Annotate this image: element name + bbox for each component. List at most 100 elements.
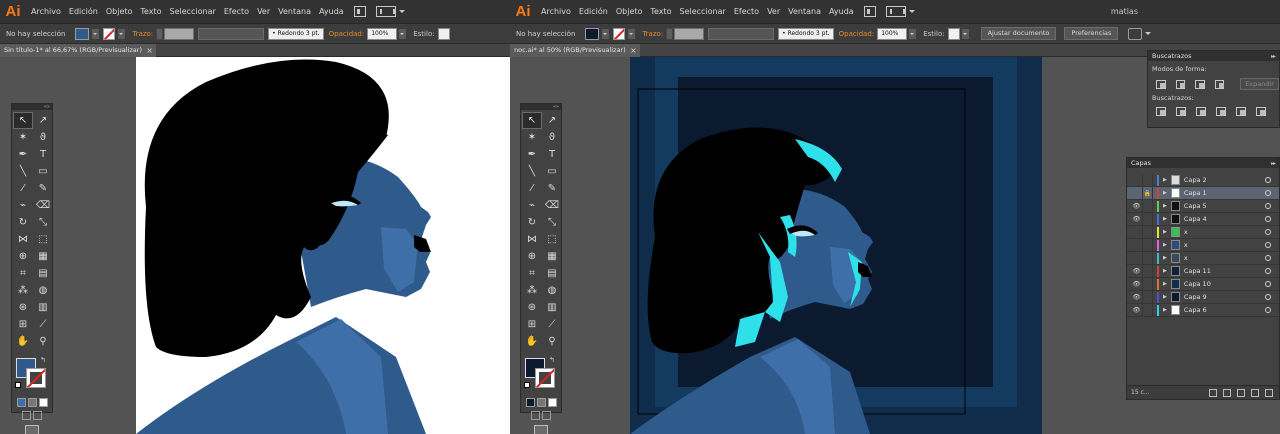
layer-name[interactable]: Capa 11 (1184, 267, 1265, 275)
chevron-down-icon[interactable] (398, 10, 405, 13)
expand-triangle-icon[interactable]: ▶ (1163, 268, 1167, 274)
magic-wand-tool-icon[interactable]: ✶ (13, 129, 33, 146)
visibility-toggle-icon[interactable]: 👁 (1131, 293, 1142, 301)
expand-triangle-icon[interactable]: ▶ (1163, 177, 1167, 183)
artboard[interactable] (136, 57, 510, 434)
lock-toggle-icon[interactable] (1142, 251, 1153, 265)
scale-tool-icon[interactable]: ⤡ (542, 214, 562, 231)
fill-color-swatch[interactable] (75, 27, 90, 40)
layer-row[interactable]: 👁 ▶ Capa 4 (1127, 212, 1279, 226)
artboard-tool-icon[interactable]: ⊞ (13, 316, 33, 333)
default-colors-icon[interactable] (15, 382, 21, 388)
expand-triangle-icon[interactable]: ▶ (1163, 203, 1167, 209)
shape-builder-tool-icon[interactable]: ⊕ (13, 248, 33, 265)
eraser-tool-icon[interactable]: ⌫ (542, 197, 562, 214)
menu-ayuda[interactable]: Ayuda (829, 7, 854, 16)
layer-row[interactable]: ▶ x (1127, 251, 1279, 265)
stroke-weight-stepper[interactable] (156, 27, 164, 40)
visibility-toggle-icon[interactable]: 👁 (1131, 280, 1142, 288)
draw-normal-icon[interactable] (22, 411, 31, 420)
menu-archivo[interactable]: Archivo (31, 7, 61, 16)
target-icon[interactable] (1265, 242, 1271, 248)
selection-tool-icon[interactable]: ↖ (522, 112, 542, 129)
selection-tool-icon[interactable]: ↖ (13, 112, 33, 129)
merge-icon[interactable] (1196, 107, 1206, 116)
arrange-documents-icon[interactable] (885, 6, 906, 17)
menu-seleccionar[interactable]: Seleccionar (680, 7, 726, 16)
lasso-tool-icon[interactable]: ϑ (33, 129, 53, 146)
opacity-field[interactable]: 100% (877, 27, 908, 40)
lock-toggle-icon[interactable] (1142, 238, 1153, 252)
clipping-mask-icon[interactable] (1223, 388, 1231, 397)
lock-toggle-icon[interactable] (1142, 225, 1153, 239)
visibility-toggle-icon[interactable]: 👁 (1131, 215, 1142, 223)
menu-ventana[interactable]: Ventana (788, 7, 821, 16)
rectangle-tool-icon[interactable]: ▭ (542, 163, 562, 180)
style-dropdown[interactable] (961, 28, 969, 39)
none-mode-icon[interactable] (547, 398, 557, 407)
swap-colors-icon[interactable]: ↰ (40, 356, 46, 364)
pen-tool-icon[interactable]: ✒ (13, 146, 33, 163)
document-tab[interactable]: noc.ai* al 50% (RGB/Previsualizar) × (510, 43, 640, 57)
direct-selection-tool-icon[interactable]: ↗ (542, 112, 562, 129)
gradient-mode-icon[interactable] (536, 398, 546, 407)
layer-name[interactable]: x (1184, 254, 1265, 262)
mesh-tool-icon[interactable]: ⌗ (13, 265, 33, 282)
new-sublayer-icon[interactable] (1237, 388, 1245, 397)
stroke-weight-stepper[interactable] (666, 27, 674, 40)
menu-seleccionar[interactable]: Seleccionar (170, 7, 216, 16)
chevron-down-icon[interactable] (908, 10, 915, 13)
zoom-tool-icon[interactable]: ⚲ (542, 333, 562, 350)
zoom-tool-icon[interactable]: ⚲ (33, 333, 53, 350)
target-icon[interactable] (1265, 255, 1271, 261)
visibility-toggle-icon[interactable]: 👁 (1131, 202, 1142, 210)
artboard-tool-icon[interactable]: ⊞ (522, 316, 542, 333)
magic-wand-tool-icon[interactable]: ✶ (522, 129, 542, 146)
layer-name[interactable]: Capa 2 (1184, 176, 1265, 184)
paintbrush-tool-icon[interactable]: ⁄ (13, 180, 33, 197)
unite-icon[interactable] (1156, 79, 1166, 89)
hand-tool-icon[interactable]: ✋ (522, 333, 542, 350)
delete-layer-icon[interactable] (1265, 388, 1273, 397)
layer-name[interactable]: Capa 10 (1184, 280, 1265, 288)
style-swatch[interactable] (947, 27, 960, 40)
width-tool-icon[interactable]: ⋈ (522, 231, 542, 248)
expand-triangle-icon[interactable]: ▶ (1163, 190, 1167, 196)
symbol-sprayer-tool-icon[interactable]: ⊛ (522, 299, 542, 316)
menu-texto[interactable]: Texto (650, 7, 671, 16)
menu-ver[interactable]: Ver (767, 7, 780, 16)
menu-archivo[interactable]: Archivo (541, 7, 571, 16)
menu-efecto[interactable]: Efecto (224, 7, 249, 16)
layer-row[interactable]: ▶ Capa 2 (1127, 173, 1279, 187)
type-tool-icon[interactable]: T (33, 146, 53, 163)
mesh-tool-icon[interactable]: ⌗ (522, 265, 542, 282)
gradient-tool-icon[interactable]: ▤ (33, 265, 53, 282)
eyedropper-tool-icon[interactable]: ⁂ (522, 282, 542, 299)
draw-behind-icon[interactable] (33, 411, 42, 420)
minus-back-icon[interactable] (1256, 107, 1266, 116)
layer-row[interactable]: 👁 ▶ Capa 5 (1127, 199, 1279, 213)
exclude-icon[interactable] (1214, 79, 1225, 89)
free-transform-tool-icon[interactable]: ⬚ (542, 231, 562, 248)
target-icon[interactable] (1265, 177, 1271, 183)
bridge-icon[interactable] (353, 6, 366, 17)
panel-menu-icon[interactable]: ▸▸ (1271, 160, 1276, 167)
rectangle-tool-icon[interactable]: ▭ (33, 163, 53, 180)
menu-edicion[interactable]: Edición (579, 7, 608, 16)
none-mode-icon[interactable] (38, 398, 48, 407)
hand-tool-icon[interactable]: ✋ (13, 333, 33, 350)
menu-objeto[interactable]: Objeto (106, 7, 133, 16)
trim-icon[interactable] (1176, 107, 1186, 116)
artboard[interactable] (630, 57, 1042, 434)
type-tool-icon[interactable]: T (542, 146, 562, 163)
layer-row[interactable]: 👁 ▶ Capa 11 (1127, 264, 1279, 278)
slice-tool-icon[interactable]: ⟋ (542, 316, 562, 333)
stroke-weight-field[interactable] (674, 27, 705, 40)
visibility-toggle-icon[interactable]: 👁 (1131, 306, 1142, 314)
layers-panel-header[interactable]: Capas ▸▸ (1127, 158, 1279, 168)
eraser-tool-icon[interactable]: ⌫ (33, 197, 53, 214)
arrange-documents-icon[interactable] (375, 6, 396, 17)
free-transform-tool-icon[interactable]: ⬚ (33, 231, 53, 248)
expand-button[interactable]: Expandir (1240, 78, 1279, 90)
collapse-icon[interactable]: «» (553, 104, 559, 110)
